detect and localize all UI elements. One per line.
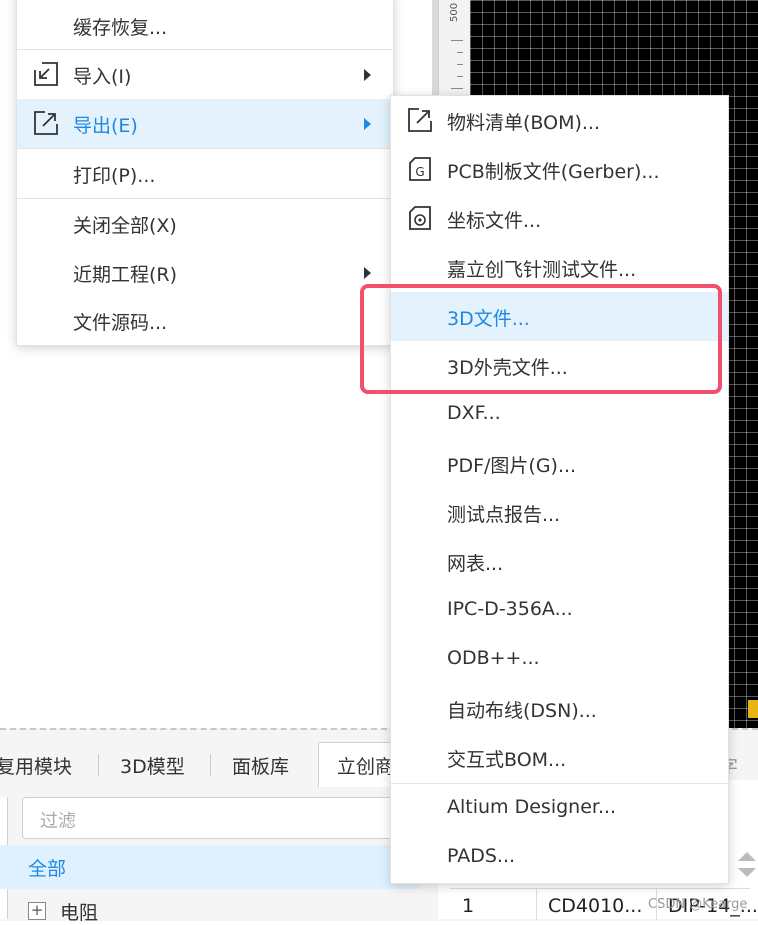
menu-item-altium[interactable]: Altium Designer... [391,784,728,833]
menu-item-label: 近期工程(R) [73,264,178,286]
gerber-file-icon: G [409,157,431,181]
import-icon [34,62,58,86]
tree-item-resistor[interactable]: + 电阻 [22,898,422,924]
tab-3d-model[interactable]: 3D模型 [120,752,185,779]
menu-item-gerber[interactable]: G PCB制板文件(Gerber)... [391,145,728,194]
filter-input[interactable]: 过滤 [22,797,424,839]
menu-item-label: 打印(P)... [73,165,156,187]
tab-panel-library[interactable]: 面板库 [232,752,289,779]
annotation-highlight-box [360,284,722,394]
menu-item-label: PADS... [447,845,516,867]
export-submenu: 物料清单(BOM)... G PCB制板文件(Gerber)... 坐标文件..… [390,95,729,884]
tree-item-all[interactable]: 全部 [0,845,420,889]
filter-placeholder: 过滤 [40,811,76,832]
file-menu: 缓存恢复... 导入(I) 导出(E) 打印(P)... 关闭全部(X) 近期工… [16,0,394,346]
menu-item-interactive-bom[interactable]: 交互式BOM... [391,733,728,782]
svg-text:G: G [415,165,424,179]
menu-item-ipc-d-356a[interactable]: IPC-D-356A... [391,586,728,635]
menu-item-label: 网表... [447,553,504,575]
tree-item-label: 全部 [28,858,67,880]
menu-item-close-all[interactable]: 关闭全部(X) [17,199,393,248]
ruler-label: 500 [449,2,460,22]
menu-item-autoroute-dsn[interactable]: 自动布线(DSN)... [391,684,728,733]
tab-divider [98,754,99,776]
menu-item-label: Altium Designer... [447,796,617,818]
export-icon [34,111,58,135]
sort-up-icon[interactable] [738,852,756,861]
watermark: CSDN @Kearge [648,897,748,912]
menu-item-coordinates[interactable]: 坐标文件... [391,194,728,243]
tab-divider [210,754,211,776]
menu-item-pdf-image[interactable]: PDF/图片(G)... [391,439,728,488]
menu-item-label: DXF... [447,402,501,424]
tab-reuse-module[interactable]: 复用模块 [0,752,72,779]
menu-item-recent-projects[interactable]: 近期工程(R) [17,248,393,297]
menu-item-label: 交互式BOM... [447,749,567,771]
menu-item-label: ODB++... [447,647,540,669]
tab-lcsc[interactable]: 立创商 [337,752,394,779]
menu-item-label: 坐标文件... [447,210,542,232]
submenu-arrow-icon [364,267,371,279]
menu-item-label: 嘉立创飞针测试文件... [447,259,637,281]
menu-item-label: 导入(I) [73,66,132,88]
menu-item-cache-restore[interactable]: 缓存恢复... [17,1,393,50]
menu-item-pads[interactable]: PADS... [391,833,728,882]
menu-item-label: 关闭全部(X) [73,215,177,237]
menu-item-bom[interactable]: 物料清单(BOM)... [391,96,728,145]
menu-item-label: 测试点报告... [447,504,561,526]
row-index: 1 [462,895,475,917]
menu-item-label: 导出(E) [73,115,138,137]
sort-control[interactable] [734,846,756,886]
row-name: CD4010... [548,895,643,917]
canvas-pad [748,700,758,718]
sort-down-icon[interactable] [738,868,756,877]
menu-item-label: 缓存恢复... [73,17,168,39]
coordinate-file-icon [409,206,431,230]
menu-item-import[interactable]: 导入(I) [17,50,393,99]
menu-item-label: PDF/图片(G)... [447,455,577,477]
export-icon [408,108,432,132]
tree-item-label: 电阻 [60,902,99,924]
menu-item-export[interactable]: 导出(E) [17,99,393,148]
menu-item-label: 文件源码... [73,312,168,334]
menu-item-odb[interactable]: ODB++... [391,635,728,684]
menu-item-label: IPC-D-356A... [447,598,573,620]
menu-item-print[interactable]: 打印(P)... [17,149,393,198]
menu-item-netlist[interactable]: 网表... [391,537,728,586]
menu-item-dxf[interactable]: DXF... [391,390,728,439]
submenu-arrow-icon [364,69,371,81]
menu-item-label: 物料清单(BOM)... [447,112,600,134]
menu-item-label: PCB制板文件(Gerber)... [447,161,660,183]
menu-item-label: 自动布线(DSN)... [447,700,597,722]
expand-icon[interactable]: + [28,902,46,920]
submenu-arrow-icon [364,118,371,130]
menu-item-file-source[interactable]: 文件源码... [17,296,393,345]
menu-item-test-point-report[interactable]: 测试点报告... [391,488,728,537]
